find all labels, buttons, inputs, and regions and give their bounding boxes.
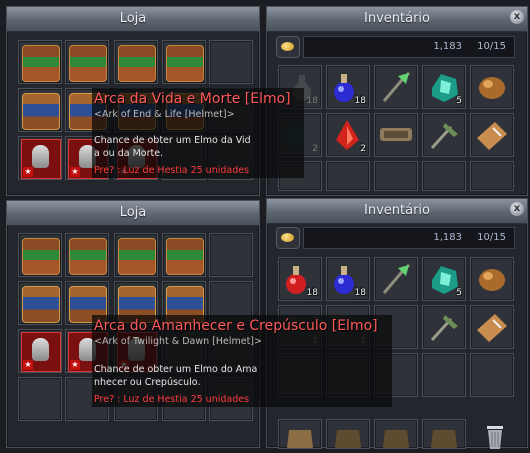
inventory-slot[interactable] <box>470 113 514 157</box>
inventory-slot[interactable]: 18 <box>278 257 322 301</box>
inventory-slot[interactable]: 18 <box>326 257 370 301</box>
shop-slot[interactable] <box>114 233 158 277</box>
chest-icon <box>166 45 204 82</box>
inventory-slot[interactable] <box>374 113 418 157</box>
shop-slot[interactable] <box>18 377 62 421</box>
bag-slot[interactable] <box>374 419 418 449</box>
coin-icon <box>276 227 300 249</box>
bag-slot[interactable] <box>422 419 466 449</box>
inventory-slot[interactable]: 18 <box>326 65 370 109</box>
item-tooltip-top: Arca da Vida e Morte [Elmo] <Ark of End … <box>92 88 304 178</box>
inventory-slot[interactable] <box>422 161 466 191</box>
shop-slot[interactable] <box>162 40 206 84</box>
chest-icon <box>118 45 156 82</box>
tooltip-requirement: Pre? : Luz de Hestia 25 unidades <box>94 165 250 176</box>
chest-icon <box>118 238 156 275</box>
shop-slot[interactable] <box>209 40 253 84</box>
close-icon[interactable]: x <box>510 202 524 216</box>
tooltip-item-english: <Ark of End & Life [Helmet]> <box>94 109 235 120</box>
shop-slot[interactable] <box>114 40 158 84</box>
inventory-slot[interactable]: 5 <box>422 65 466 109</box>
letter-icon <box>477 314 507 342</box>
item-count: 5 <box>456 96 462 106</box>
inventory-slot[interactable] <box>374 257 418 301</box>
shop-slot[interactable] <box>65 233 109 277</box>
item-count: 18 <box>354 96 366 106</box>
inventory-slot[interactable] <box>470 161 514 191</box>
tooltip-item-name: Arca da Vida e Morte [Elmo] <box>94 91 291 107</box>
inventory-slot[interactable] <box>326 161 370 191</box>
item-count: 5 <box>456 288 462 298</box>
inventory-slot[interactable] <box>422 113 466 157</box>
shop-slot[interactable] <box>18 40 62 84</box>
shop-slot[interactable] <box>65 40 109 84</box>
inventory-capacity: 10/15 <box>477 232 506 243</box>
tooltip-item-name: Arca do Amanhecer e Crepúsculo [Elmo] <box>94 318 378 334</box>
chest-icon <box>22 93 60 130</box>
bag-icon <box>287 430 313 448</box>
chest-icon <box>69 238 107 275</box>
item-count: 18 <box>306 288 318 298</box>
money-amount: 1,183 <box>433 41 462 52</box>
ore-icon <box>479 269 505 291</box>
money-bar: 1,183 10/15 <box>303 227 515 249</box>
money-amount: 1,183 <box>433 232 462 243</box>
bag-icon <box>383 430 409 448</box>
close-icon[interactable]: x <box>510 10 524 24</box>
chest-icon <box>69 45 107 82</box>
inventory-slot[interactable] <box>470 353 514 397</box>
ore-icon <box>479 77 505 99</box>
shop-slot[interactable] <box>18 281 62 325</box>
chest-icon <box>22 238 60 275</box>
pickaxe-icon <box>430 123 458 150</box>
arrow-icon <box>382 71 411 102</box>
pickaxe-icon <box>430 315 458 342</box>
bag-icon <box>335 430 361 448</box>
letter-icon <box>477 122 507 150</box>
inventory-slot[interactable] <box>470 305 514 349</box>
tooltip-item-english: <Ark of Twilight & Dawn [Helmet]> <box>94 336 262 347</box>
bag-slot[interactable] <box>326 419 370 449</box>
shop-slot[interactable] <box>162 233 206 277</box>
inventory-slot[interactable]: 5 <box>422 257 466 301</box>
item-count: 18 <box>354 288 366 298</box>
chest-icon <box>166 238 204 275</box>
inventory-slot[interactable] <box>422 305 466 349</box>
trash-icon[interactable] <box>482 423 508 449</box>
tooltip-requirement: Pre? : Luz de Hestia 25 unidades <box>94 394 250 405</box>
inventory-title-top: Inventário <box>267 7 527 32</box>
inventory-slot[interactable] <box>470 257 514 301</box>
shop-slot[interactable] <box>18 136 62 180</box>
chest-icon <box>22 286 60 323</box>
inventory-title-bottom: Inventário <box>267 199 527 224</box>
tooltip-description: Chance de obter um Elmo do Ama nhecer ou… <box>94 364 258 388</box>
inventory-slot[interactable] <box>470 65 514 109</box>
shop-title-bottom: Loja <box>7 201 259 226</box>
shop-slot[interactable] <box>209 233 253 277</box>
helmet-icon <box>21 332 61 372</box>
shop-slot[interactable] <box>18 329 62 373</box>
item-tooltip-bottom: Arca do Amanhecer e Crepúsculo [Elmo] <A… <box>92 315 392 407</box>
scroll-icon <box>380 128 412 141</box>
item-count: 2 <box>312 144 318 154</box>
shop-slot[interactable] <box>18 88 62 132</box>
coin-icon <box>276 36 300 58</box>
inventory-panel-top: Inventário x 1,183 10/15 18 18 5 2 2 <box>266 6 528 196</box>
shop-title-top: Loja <box>7 7 259 32</box>
inventory-slot[interactable] <box>422 353 466 397</box>
item-count: 2 <box>360 144 366 154</box>
shop-slot[interactable] <box>18 233 62 277</box>
inventory-slot[interactable] <box>374 65 418 109</box>
helmet-icon <box>21 139 61 179</box>
inventory-capacity: 10/15 <box>477 41 506 52</box>
bag-icon <box>431 430 457 448</box>
inventory-slot[interactable]: 2 <box>326 113 370 157</box>
money-bar: 1,183 10/15 <box>303 36 515 58</box>
arrow-icon <box>382 263 411 294</box>
chest-icon <box>22 45 60 82</box>
inventory-slot[interactable] <box>374 161 418 191</box>
bag-slot[interactable] <box>278 419 322 449</box>
item-count: 18 <box>306 96 318 106</box>
tooltip-description: Chance de obter um Elmo da Vid a ou da M… <box>94 135 251 159</box>
